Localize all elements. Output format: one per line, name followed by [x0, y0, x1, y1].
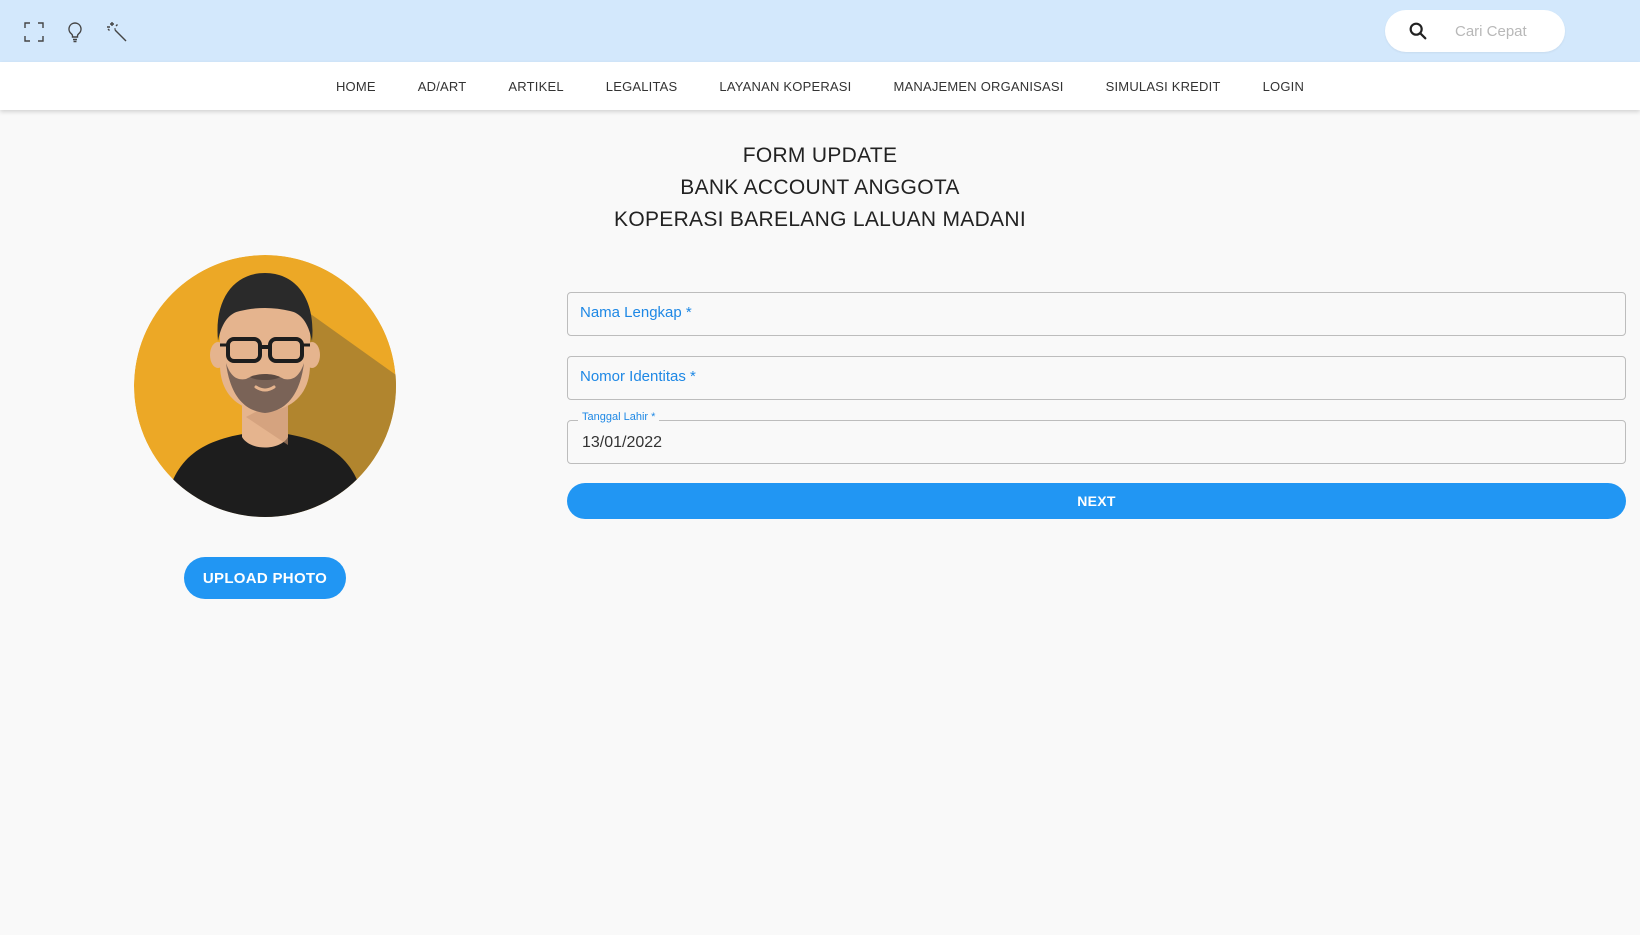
top-toolbar	[0, 0, 1640, 62]
upload-photo-button[interactable]: UPLOAD PHOTO	[184, 557, 346, 599]
tanggal-lahir-input[interactable]	[568, 421, 1625, 463]
nav-home[interactable]: HOME	[315, 79, 397, 94]
search-icon[interactable]	[1407, 20, 1429, 42]
avatar	[134, 255, 396, 517]
nama-lengkap-label: Nama Lengkap *	[580, 304, 692, 321]
lightbulb-icon[interactable]	[63, 20, 87, 44]
tanggal-lahir-field: Tanggal Lahir *	[567, 411, 1626, 464]
magic-wand-icon[interactable]	[105, 20, 129, 44]
nav-simulasi-kredit[interactable]: SIMULASI KREDIT	[1085, 79, 1242, 94]
form-title: FORM UPDATE BANK ACCOUNT ANGGOTA KOPERAS…	[0, 140, 1640, 236]
fullscreen-icon[interactable]	[22, 20, 46, 44]
nav-artikel[interactable]: ARTIKEL	[487, 79, 584, 94]
nav-legalitas[interactable]: LEGALITAS	[585, 79, 699, 94]
nav-manajemen-organisasi[interactable]: MANAJEMEN ORGANISASI	[872, 79, 1084, 94]
nomor-identitas-field[interactable]: Nomor Identitas *	[567, 356, 1626, 400]
nav-login[interactable]: LOGIN	[1242, 79, 1325, 94]
nav-layanan-koperasi[interactable]: LAYANAN KOPERASI	[698, 79, 872, 94]
form-title-line-1: FORM UPDATE	[742, 144, 898, 167]
search-input[interactable]	[1455, 19, 1555, 43]
form-title-line-2: BANK ACCOUNT ANGGOTA	[680, 176, 960, 199]
next-button[interactable]: NEXT	[567, 483, 1626, 519]
form-title-line-3: KOPERASI BARELANG LALUAN MADANI	[614, 208, 1026, 231]
nav-ad-art[interactable]: AD/ART	[397, 79, 488, 94]
quick-search	[1385, 10, 1565, 52]
nama-lengkap-field[interactable]: Nama Lengkap *	[567, 292, 1626, 336]
main-nav: HOME AD/ART ARTIKEL LEGALITAS LAYANAN KO…	[0, 62, 1640, 110]
nomor-identitas-label: Nomor Identitas *	[580, 368, 696, 385]
